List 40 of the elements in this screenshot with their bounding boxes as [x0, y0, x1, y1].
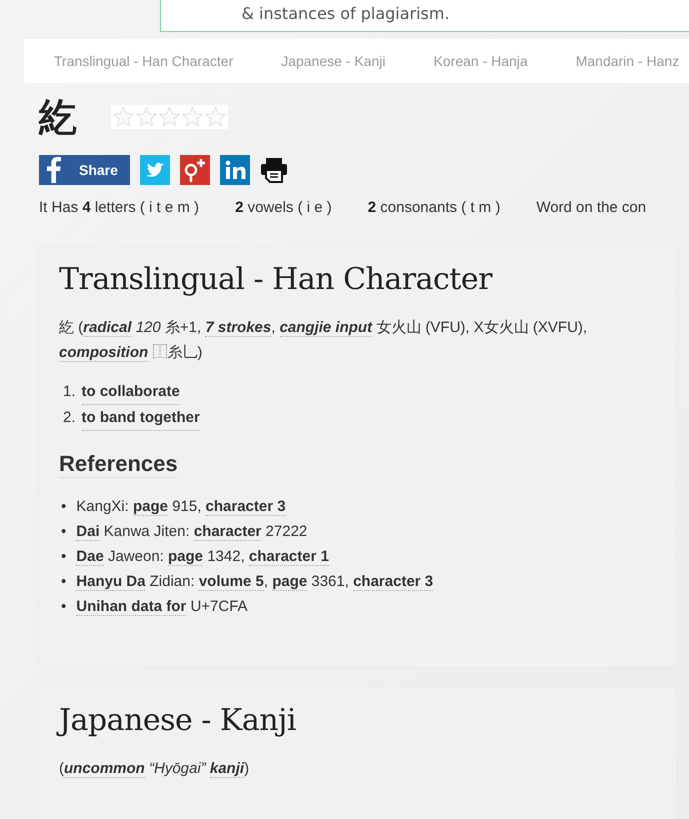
word-character: 紇 — [39, 96, 77, 140]
star-rating[interactable] — [111, 105, 228, 129]
section-title: Japanese - Kanji — [59, 703, 656, 738]
list-bullet: • — [61, 497, 66, 517]
star-icon[interactable] — [181, 106, 204, 128]
reference-item: Unihan data for U+7CFA — [76, 597, 248, 618]
list-number: 1. — [63, 382, 76, 402]
character-info: (uncommon “Hyōgai” kanji) — [59, 759, 250, 780]
word-stat: Word on the con — [536, 199, 646, 216]
section-title: Translingual - Han Character — [59, 262, 494, 297]
character-info: 紇 (radical 120 糸+1, 7 strokes, cangjie input 女火山 (VFU), X女火山 (XVFU), composition ⿰糸乚) — [59, 318, 588, 364]
reference-item: Dai Kanwa Jiten: character 27222 — [76, 522, 308, 543]
twitter-bird-icon[interactable] — [140, 155, 170, 185]
banner-text: & instances of plagiarism. — [240, 3, 451, 23]
references-heading: References — [59, 451, 178, 478]
nav-tab[interactable]: Translingual - Han Character — [54, 49, 234, 73]
nav-tab[interactable]: Mandarin - Hanz — [576, 49, 680, 73]
reference-item: KangXi: page 915, character 3 — [76, 497, 286, 518]
star-icon[interactable] — [135, 106, 158, 128]
definition-item: to collaborate — [82, 379, 180, 405]
facebook-share-button[interactable]: Share — [39, 155, 130, 185]
star-icon[interactable] — [204, 106, 227, 128]
printer-icon[interactable] — [260, 157, 288, 183]
linkedin-icon[interactable] — [220, 155, 250, 185]
word-stat: 2 consonants ( t m ) — [368, 199, 500, 216]
star-icon[interactable] — [158, 106, 181, 128]
list-bullet: • — [61, 597, 66, 617]
nav-tab[interactable]: Korean - Hanja — [434, 49, 528, 73]
definition-item: to band together — [82, 405, 200, 431]
reference-item: Dae Jaweon: page 1342, character 1 — [76, 547, 329, 568]
reference-item: Hanyu Da Zidian: volume 5, page 3361, character 3 — [76, 572, 434, 593]
list-bullet: • — [61, 522, 66, 542]
list-bullet: • — [61, 572, 66, 592]
list-number: 2. — [63, 408, 76, 428]
star-icon[interactable] — [112, 106, 135, 128]
facebook-icon — [47, 157, 61, 183]
word-stat: It Has 4 letters ( i t e m ) — [39, 199, 200, 216]
list-bullet: • — [61, 547, 66, 567]
word-stat: 2 vowels ( i e ) — [235, 199, 332, 216]
nav-tab[interactable]: Japanese - Kanji — [281, 49, 386, 73]
